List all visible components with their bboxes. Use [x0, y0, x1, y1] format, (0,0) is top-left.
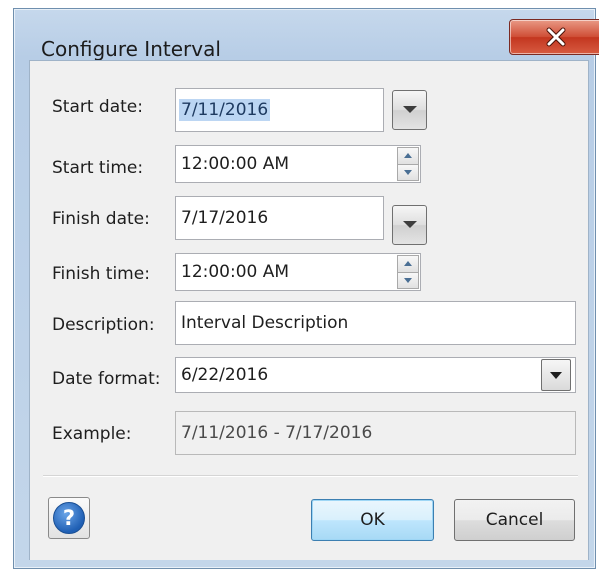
description-label: Description:	[52, 315, 155, 335]
separator	[43, 475, 578, 477]
start-date-field[interactable]: 7/11/2016	[175, 88, 384, 132]
description-field[interactable]: Interval Description	[175, 301, 576, 345]
start-time-label: Start time:	[52, 158, 144, 178]
start-time-field[interactable]: 12:00:00 AM	[175, 145, 421, 183]
date-format-label: Date format:	[52, 369, 161, 389]
cancel-button[interactable]: Cancel	[454, 499, 575, 541]
finish-date-dropdown-button[interactable]	[392, 205, 427, 245]
start-date-dropdown-button[interactable]	[392, 90, 427, 130]
finish-time-label: Finish time:	[52, 264, 150, 284]
finish-date-label: Finish date:	[52, 209, 150, 229]
finish-time-value: 12:00:00 AM	[181, 262, 290, 282]
ok-button[interactable]: OK	[311, 499, 434, 541]
close-button[interactable]	[509, 19, 599, 55]
finish-time-field[interactable]: 12:00:00 AM	[175, 253, 421, 291]
chevron-down-icon	[550, 371, 562, 379]
help-button[interactable]: ?	[48, 497, 90, 539]
spin-down-icon[interactable]	[397, 164, 419, 181]
date-format-value: 6/22/2016	[181, 365, 269, 385]
example-value: 7/11/2016 - 7/17/2016	[181, 423, 373, 443]
chevron-down-icon	[402, 221, 417, 228]
start-date-value: 7/11/2016	[179, 99, 271, 121]
start-time-spinner[interactable]	[397, 147, 419, 181]
example-field: 7/11/2016 - 7/17/2016	[175, 411, 576, 455]
dialog-title: Configure Interval	[41, 37, 221, 61]
spin-down-icon[interactable]	[397, 272, 419, 289]
spin-up-icon[interactable]	[397, 147, 419, 165]
help-icon: ?	[53, 502, 85, 534]
date-format-dropdown-button[interactable]	[541, 359, 571, 391]
start-time-value: 12:00:00 AM	[181, 154, 290, 174]
close-icon	[545, 27, 567, 47]
spin-up-icon[interactable]	[397, 255, 419, 273]
example-label: Example:	[52, 424, 132, 444]
description-value: Interval Description	[181, 313, 349, 333]
finish-time-spinner[interactable]	[397, 255, 419, 289]
finish-date-field[interactable]: 7/17/2016	[175, 196, 384, 240]
date-format-select[interactable]: 6/22/2016	[175, 357, 576, 393]
chevron-down-icon	[402, 106, 417, 113]
start-date-label: Start date:	[52, 97, 143, 117]
finish-date-value: 7/17/2016	[181, 208, 269, 228]
